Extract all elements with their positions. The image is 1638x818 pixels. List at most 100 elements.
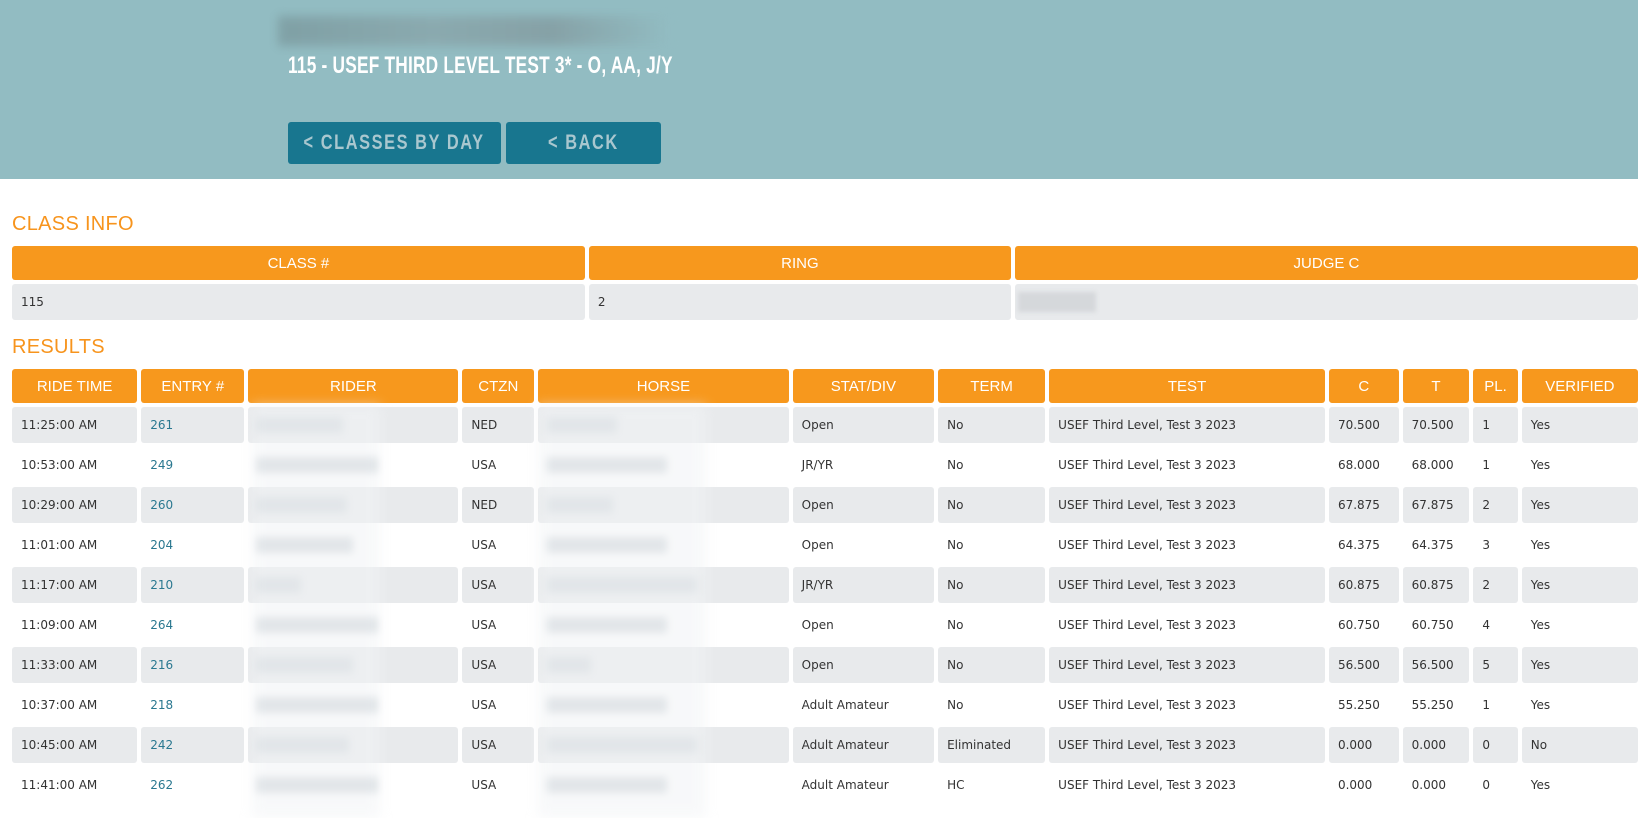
ride-time-cell: 11:41:00 AM [12,767,138,803]
ring-value: 2 [588,284,1011,320]
redacted-name [257,617,378,633]
test-cell: USEF Third Level, Test 3 2023 [1049,607,1325,643]
entry-link[interactable]: 260 [150,498,173,512]
t-score-cell: 64.375 [1402,527,1470,563]
table-row: 10:29:00 AM 260 NED Open No USEF Third Level,… [12,487,1638,523]
entry-link[interactable]: 261 [150,418,173,432]
t-score-cell: 60.875 [1402,567,1470,603]
term-cell: No [938,567,1046,603]
verified-cell: Yes [1521,567,1638,603]
placing-cell: 1 [1473,687,1518,723]
c-score-cell: 70.500 [1328,407,1399,443]
rider-cell [248,567,459,603]
col-header-horse: HORSE [538,369,789,403]
redacted-name [257,577,302,593]
redacted-name [547,737,698,753]
ctzn-cell: USA [462,447,535,483]
stat-div-cell: Open [792,647,935,683]
term-cell: No [938,607,1046,643]
term-cell: Eliminated [938,727,1046,763]
horse-cell [538,767,789,803]
t-score-cell: 0.000 [1402,767,1470,803]
ride-time-cell: 10:53:00 AM [12,447,138,483]
c-score-cell: 68.000 [1328,447,1399,483]
test-cell: USEF Third Level, Test 3 2023 [1049,727,1325,763]
placing-cell: 0 [1473,767,1518,803]
horse-cell [538,527,789,563]
stat-div-cell: Open [792,607,935,643]
entry-cell: 249 [141,447,245,483]
entry-link[interactable]: 210 [150,578,173,592]
redacted-name [257,417,344,433]
page-title: 115 - USEF THIRD LEVEL TEST 3* - O, AA, … [288,52,673,79]
entry-link[interactable]: 249 [150,458,173,472]
ride-time-cell: 11:33:00 AM [12,647,138,683]
ctzn-cell: USA [462,727,535,763]
ctzn-cell: NED [462,407,535,443]
entry-link[interactable]: 204 [150,538,173,552]
ctzn-cell: USA [462,687,535,723]
table-row: 11:33:00 AM 216 USA Open No USEF Third Level,… [12,647,1638,683]
ride-time-cell: 11:09:00 AM [12,607,138,643]
horse-cell [538,647,789,683]
test-cell: USEF Third Level, Test 3 2023 [1049,527,1325,563]
table-row: 10:45:00 AM 242 USA Adult Amateur Eliminated… [12,727,1638,763]
stat-div-cell: JR/YR [792,567,935,603]
table-row: 11:25:00 AM 261 NED Open No USEF Third Level,… [12,407,1638,443]
entry-cell: 204 [141,527,245,563]
table-row: 10:53:00 AM 249 USA JR/YR No USEF Third Level… [12,447,1638,483]
ctzn-cell: USA [462,567,535,603]
entry-link[interactable]: 216 [150,658,173,672]
placing-cell: 2 [1473,567,1518,603]
term-cell: HC [938,767,1046,803]
horse-cell [538,487,789,523]
test-cell: USEF Third Level, Test 3 2023 [1049,687,1325,723]
rider-cell [248,687,459,723]
table-row: 11:09:00 AM 264 USA Open No USEF Third Level,… [12,607,1638,643]
redacted-show-name [278,16,668,46]
test-cell: USEF Third Level, Test 3 2023 [1049,567,1325,603]
col-header-ride-time: RIDE TIME [12,369,138,403]
term-cell: No [938,447,1046,483]
stat-div-cell: JR/YR [792,447,935,483]
redacted-name [547,577,698,593]
redacted-name [257,537,354,553]
back-button[interactable]: < BACK [506,122,661,164]
redacted-name [547,777,668,793]
verified-cell: Yes [1521,647,1638,683]
verified-cell: Yes [1521,527,1638,563]
placing-cell: 3 [1473,527,1518,563]
results-heading: RESULTS [12,336,105,358]
term-cell: No [938,687,1046,723]
test-cell: USEF Third Level, Test 3 2023 [1049,767,1325,803]
horse-cell [538,567,789,603]
c-score-cell: 0.000 [1328,727,1399,763]
entry-link[interactable]: 218 [150,698,173,712]
ride-time-cell: 10:29:00 AM [12,487,138,523]
horse-cell [538,407,789,443]
stat-div-cell: Open [792,487,935,523]
c-score-cell: 67.875 [1328,487,1399,523]
classes-by-day-button[interactable]: < CLASSES BY DAY [288,122,501,164]
verified-cell: Yes [1521,447,1638,483]
entry-link[interactable]: 264 [150,618,173,632]
entry-link[interactable]: 262 [150,778,173,792]
col-header-ctzn: CTZN [462,369,535,403]
entry-cell: 218 [141,687,245,723]
stat-div-cell: Open [792,407,935,443]
table-row: 10:37:00 AM 218 USA Adult Amateur No USEF Thi… [12,687,1638,723]
rider-cell [248,647,459,683]
test-cell: USEF Third Level, Test 3 2023 [1049,407,1325,443]
entry-cell: 261 [141,407,245,443]
entry-cell: 260 [141,487,245,523]
redacted-name [257,497,348,513]
table-row: 11:17:00 AM 210 USA JR/YR No USEF Third Level… [12,567,1638,603]
horse-cell [538,727,789,763]
redacted-name [257,737,350,753]
class-info-table: CLASS # RING JUDGE C 115 2 [8,242,1638,324]
redacted-name [547,457,668,473]
col-header-verified: VERIFIED [1521,369,1638,403]
stat-div-cell: Adult Amateur [792,767,935,803]
entry-link[interactable]: 242 [150,738,173,752]
judge-header: JUDGE C [1014,246,1638,280]
